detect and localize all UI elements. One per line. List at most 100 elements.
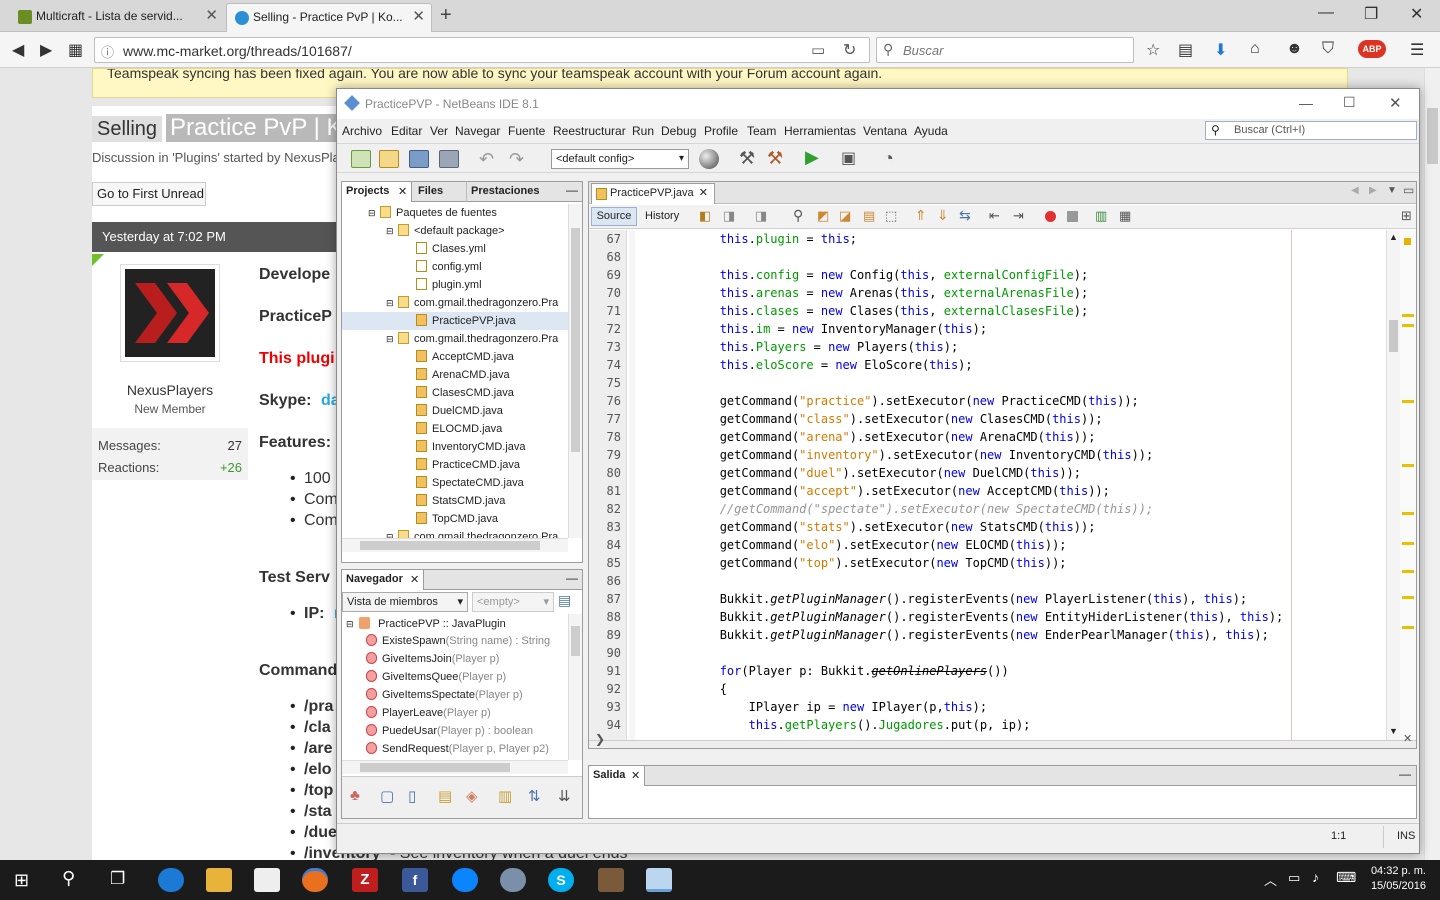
tree-item[interactable]: SpectateCMD.java xyxy=(342,474,568,492)
menu-archivo[interactable]: Archivo xyxy=(342,124,382,138)
tree-item[interactable]: PracticePVP.java xyxy=(342,312,568,330)
stop-macro-icon[interactable] xyxy=(1067,211,1078,222)
minimize-icon[interactable]: — xyxy=(1318,4,1334,22)
bookmark-star-icon[interactable]: ☆ xyxy=(1146,40,1160,60)
collapse-icon[interactable]: ⊟ xyxy=(386,222,398,240)
tree-item[interactable]: ⊟ Paquetes de fuentes xyxy=(342,204,568,222)
reader-view-icon[interactable]: ▭ xyxy=(811,41,825,59)
code-line[interactable]: getCommand("arena").setExecutor(new Aren… xyxy=(633,430,1096,444)
edge-icon[interactable] xyxy=(158,868,184,892)
chat-icon[interactable]: ☻ xyxy=(1286,40,1303,58)
config-select[interactable]: <default config> ▾ xyxy=(551,149,689,169)
sort-source-icon[interactable]: ⇊ xyxy=(558,787,571,805)
stripe-marker[interactable] xyxy=(1402,464,1414,467)
maximize-icon[interactable]: ☐ xyxy=(1343,94,1356,111)
tree-item[interactable]: ⊟ com.gmail.thedragonzero.Pra xyxy=(342,330,568,348)
shift-left-icon[interactable]: ⇤ xyxy=(989,208,1000,224)
stripe-marker[interactable] xyxy=(1402,626,1414,629)
skype-icon[interactable]: S xyxy=(548,868,574,892)
code-line[interactable]: Bukkit.getPluginManager().registerEvents… xyxy=(633,628,1269,642)
store-icon[interactable] xyxy=(254,868,280,892)
editor-scrollbar[interactable]: ▲ ▼ xyxy=(1386,230,1400,740)
tree-item[interactable]: ClasesCMD.java xyxy=(342,384,568,402)
close-tab-icon[interactable]: ✕ xyxy=(205,3,218,29)
tree-hscrollbar[interactable] xyxy=(342,538,568,552)
scrollbar-thumb[interactable] xyxy=(571,228,580,452)
tree-item[interactable]: ELOCMD.java xyxy=(342,420,568,438)
tree-item[interactable]: config.yml xyxy=(342,258,568,276)
tree-item[interactable]: DuelCMD.java xyxy=(342,402,568,420)
minimize-panel-icon[interactable]: — xyxy=(1399,767,1411,781)
tree-item[interactable]: TopCMD.java xyxy=(342,510,568,528)
filter-inner-icon[interactable]: ◈ xyxy=(466,787,478,805)
code-line[interactable]: IPlayer ip = new IPlayer(p,this); xyxy=(633,700,987,714)
stripe-marker[interactable] xyxy=(1402,400,1414,403)
stripe-marker[interactable] xyxy=(1402,596,1414,599)
code-line[interactable]: this.eloScore = new EloScore(this); xyxy=(633,358,973,372)
member-item[interactable]: GiveItemsSpectate(Player p) xyxy=(366,686,523,704)
scroll-right-icon[interactable]: ▶ xyxy=(1369,185,1377,196)
code-line[interactable]: Bukkit.getPluginManager().registerEvents… xyxy=(633,592,1247,606)
code-line[interactable]: getCommand("stats").setExecutor(new Stat… xyxy=(633,520,1096,534)
menu-profile[interactable]: Profile xyxy=(704,124,738,138)
rect-selection-icon[interactable]: ⬚ xyxy=(885,208,897,224)
redo-icon[interactable]: ↷ xyxy=(509,149,524,170)
volume-icon[interactable]: ♪ xyxy=(1312,869,1319,885)
navigator-scrollbar[interactable] xyxy=(568,614,582,760)
steam-icon[interactable] xyxy=(500,868,526,892)
menu-ver[interactable]: Ver xyxy=(430,124,448,138)
next-bookmark-icon[interactable]: ⇓ xyxy=(937,207,949,224)
scrollbar-thumb[interactable] xyxy=(360,763,510,772)
tree-item[interactable]: ArenaCMD.java xyxy=(342,366,568,384)
page-scrollbar[interactable] xyxy=(1424,68,1440,860)
messenger-icon[interactable] xyxy=(452,868,478,892)
browser-tab-multicraft[interactable]: Multicraft - Lista de servid... ✕ xyxy=(10,3,224,32)
close-icon[interactable]: ✕ xyxy=(398,185,407,198)
scroll-down-icon[interactable]: ▼ xyxy=(1389,726,1398,736)
open-project-icon[interactable] xyxy=(409,150,429,168)
warning-marker[interactable] xyxy=(1404,238,1411,245)
close-icon[interactable]: ✕ xyxy=(410,573,419,586)
keyboard-icon[interactable]: ⌨ xyxy=(1336,869,1356,886)
start-macro-icon[interactable] xyxy=(1045,211,1056,222)
close-tab-icon[interactable]: ✕ xyxy=(412,4,425,30)
member-view-select[interactable]: Vista de miembros ▾ xyxy=(342,592,468,612)
tree-item[interactable]: plugin.yml xyxy=(342,276,568,294)
stripe-marker[interactable] xyxy=(1402,542,1414,545)
filter-select[interactable]: <empty> ▾ xyxy=(472,592,554,612)
code-line[interactable]: this.config = new Config(this, externalC… xyxy=(633,268,1089,282)
member-item[interactable]: PlayerLeave(Player p) xyxy=(366,704,491,722)
menu-icon[interactable]: ☰ xyxy=(1410,40,1424,60)
minimize-panel-icon[interactable]: — xyxy=(566,183,578,197)
member-item[interactable]: ExisteSpawn(String name) : String xyxy=(366,632,550,650)
menu-run[interactable]: Run xyxy=(632,124,654,138)
url-bar[interactable]: ⓘ www.mc-market.org/threads/101687/ ▭ ↻ xyxy=(94,37,870,63)
navigator-root[interactable]: ⊟ PracticePVP :: JavaPlugin xyxy=(346,617,506,630)
menu-fuente[interactable]: Fuente xyxy=(508,124,545,138)
forward-icon[interactable]: ▶ xyxy=(40,40,52,60)
minimize-panel-icon[interactable]: — xyxy=(566,571,578,585)
minimize-icon[interactable]: — xyxy=(1299,95,1313,111)
build-icon[interactable]: ⚒ xyxy=(739,148,755,169)
collapse-icon[interactable]: ⊟ xyxy=(386,330,398,348)
stripe-marker[interactable] xyxy=(1402,512,1414,515)
tree-item[interactable]: StatsCMD.java xyxy=(342,492,568,510)
new-tab-button[interactable]: + xyxy=(440,4,452,27)
system-clock[interactable]: 04:32 p. m. 15/05/2016 xyxy=(1371,864,1426,894)
reload-icon[interactable]: ↻ xyxy=(843,40,856,60)
comment-icon[interactable]: ▥ xyxy=(1095,208,1107,224)
debug-icon[interactable]: ▣ xyxy=(841,148,856,168)
home-icon[interactable]: ⌂ xyxy=(1250,40,1260,58)
download-icon[interactable]: ⬇ xyxy=(1214,40,1227,60)
facebook-icon[interactable]: f xyxy=(402,868,428,892)
filezilla-icon[interactable]: Z xyxy=(352,868,378,892)
find-next-icon[interactable]: ◪ xyxy=(839,208,851,224)
clean-build-icon[interactable]: ⚒ xyxy=(767,148,783,169)
code-line[interactable]: Bukkit.getPluginManager().registerEvents… xyxy=(633,610,1284,624)
filter-private-icon[interactable]: ▤ xyxy=(438,787,452,805)
code-line[interactable]: this.clases = new Clases(this, externalC… xyxy=(633,304,1089,318)
member-item[interactable]: PuedeUsar(Player p) : boolean xyxy=(366,722,533,740)
scrollbar-thumb[interactable] xyxy=(571,626,580,656)
code-area[interactable]: 67 68 69 70 71 72 73 74 75 76 77 78 79 80 81 82 83 84 85 86… xyxy=(589,230,1416,740)
tree-item[interactable]: ⊟ com.gmail.thedragonzero.Pra xyxy=(342,294,568,312)
